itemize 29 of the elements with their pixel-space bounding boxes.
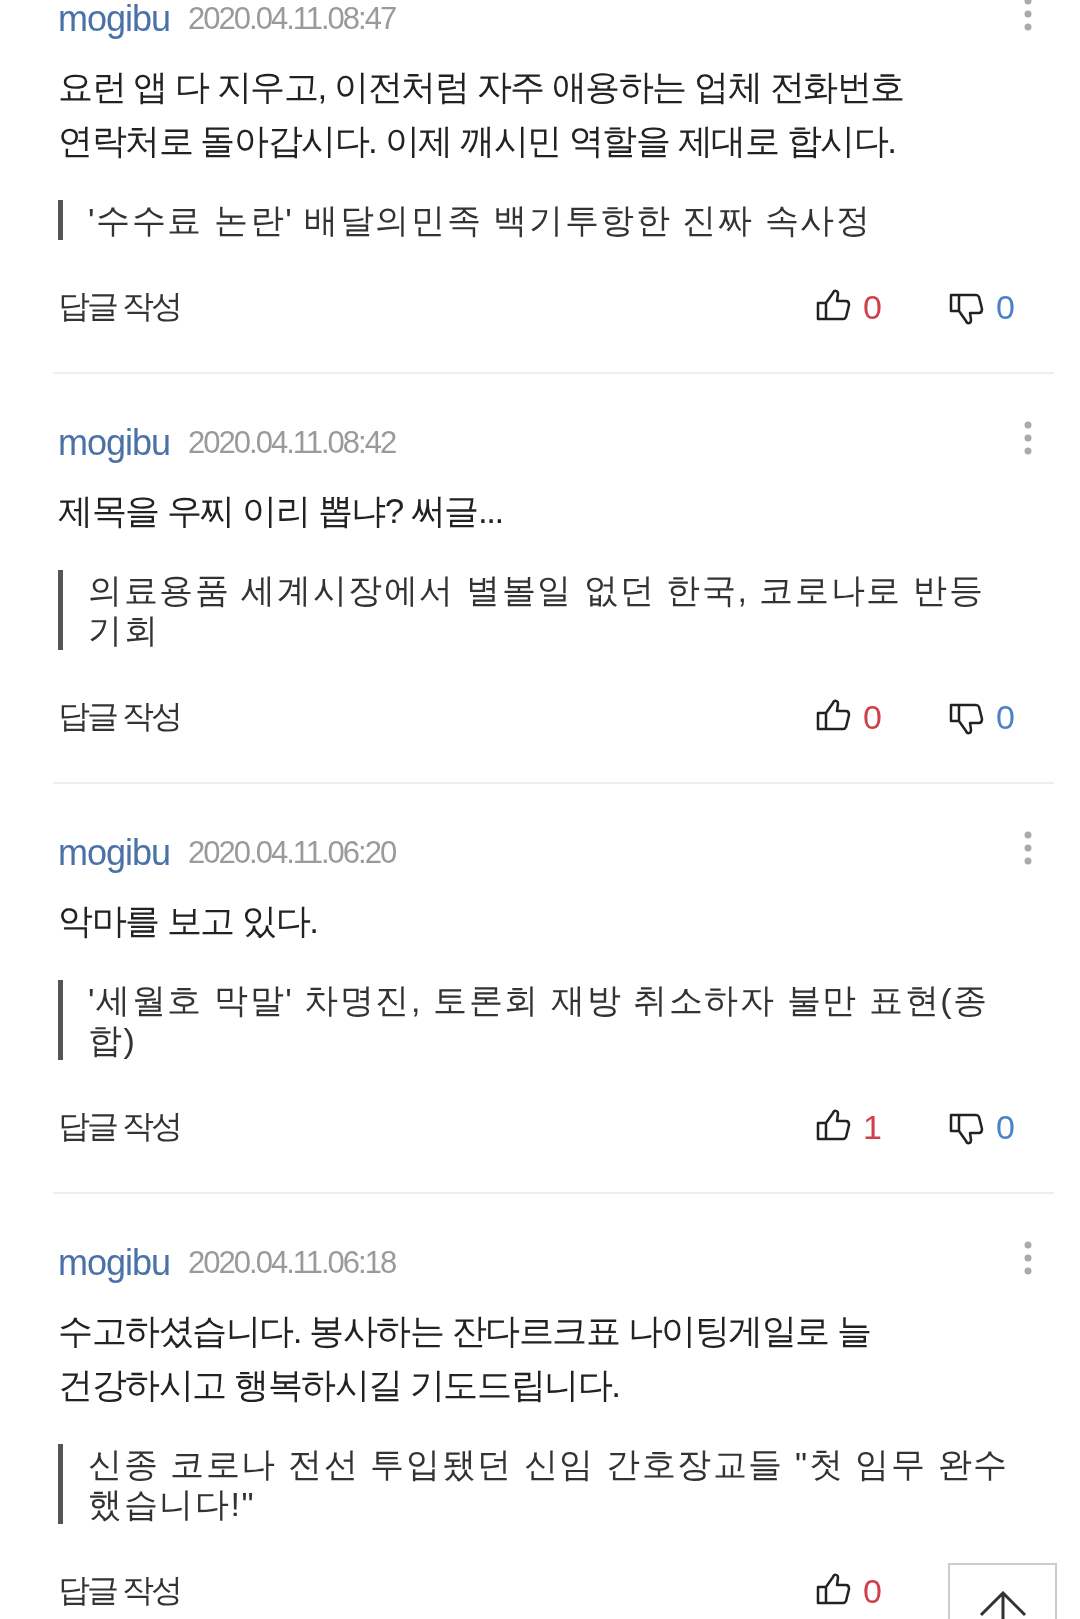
- reply-button[interactable]: 답글 작성: [58, 1569, 180, 1613]
- comment-date: 2020.04.11.06:18: [188, 1245, 396, 1281]
- dislike-count: 0: [996, 1107, 1016, 1147]
- article-link[interactable]: 신종 코로나 전선 투입됐던 신임 간호장교들 "첫 임무 완수했습니다!": [58, 1444, 1024, 1524]
- username[interactable]: mogibu: [58, 0, 171, 40]
- comment-text: 요런 앱 다 지우고, 이전처럼 자주 애용하는 업체 전화번호 연락처로 돌아갑시다. 이제 깨시민 역할을 제대로 합시다.: [58, 66, 905, 162]
- username[interactable]: mogibu: [58, 422, 171, 464]
- comment-text: 수고하셨습니다. 봉사하는 잔다르크표 나이팅게일로 늘 건강하시고 행복하시길 기도드립니다.: [58, 1310, 872, 1406]
- dislike-count: 0: [996, 697, 1016, 737]
- dislike-count: 0: [996, 287, 1016, 327]
- comment-date: 2020.04.11.08:42: [188, 425, 396, 461]
- like-count: 0: [863, 287, 883, 327]
- arrow-up-icon: [978, 1591, 1027, 1619]
- scroll-top-button[interactable]: [948, 1563, 1057, 1619]
- like-count: 0: [863, 1571, 883, 1611]
- comment-date: 2020.04.11.06:20: [188, 835, 396, 871]
- comment-date: 2020.04.11.08:47: [188, 1, 396, 37]
- article-link[interactable]: '세월호 막말' 차명진, 토론회 재방 취소하자 불만 표현(종합): [58, 980, 1024, 1060]
- like-count: 1: [863, 1107, 883, 1147]
- like-count: 0: [863, 697, 883, 737]
- reply-button[interactable]: 답글 작성: [58, 285, 180, 329]
- reply-button[interactable]: 답글 작성: [58, 695, 180, 739]
- comment-text: 제목을 우찌 이리 뽑냐? 써글...: [58, 490, 504, 532]
- article-link[interactable]: 의료용품 세계시장에서 별볼일 없던 한국, 코로나로 반등 기회: [58, 570, 1024, 650]
- reply-button[interactable]: 답글 작성: [58, 1105, 180, 1149]
- username[interactable]: mogibu: [58, 832, 171, 874]
- article-link[interactable]: '수수료 논란' 배달의민족 백기투항한 진짜 속사정: [58, 200, 1024, 240]
- username[interactable]: mogibu: [58, 1242, 171, 1284]
- comment-text: 악마를 보고 있다.: [58, 900, 319, 942]
